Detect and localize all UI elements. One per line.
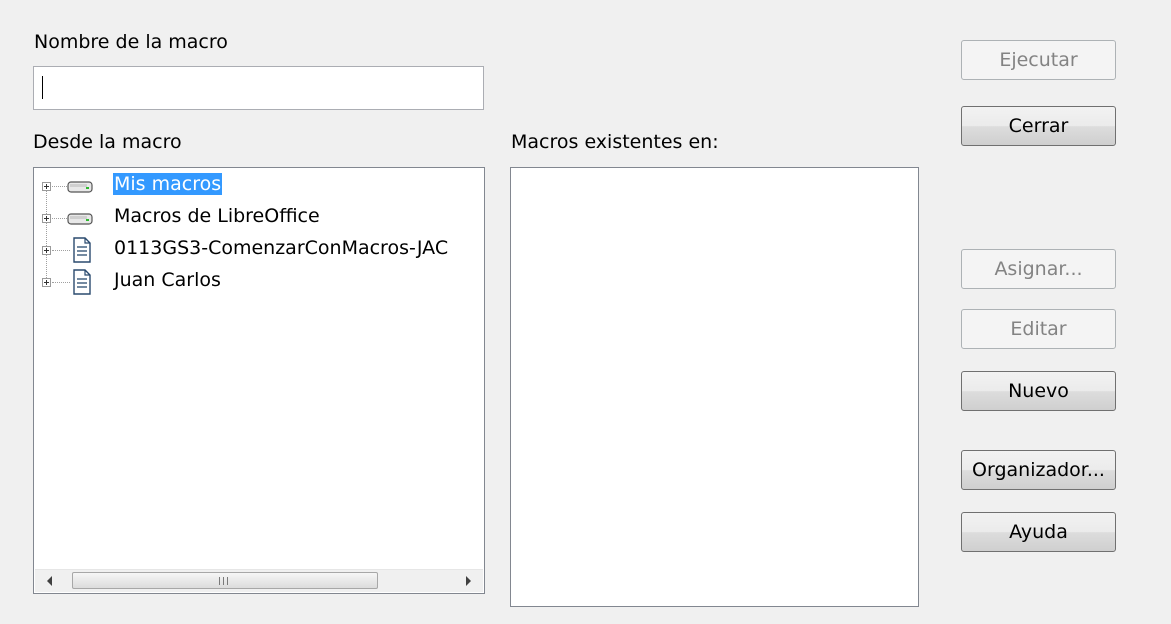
from-macro-label: Desde la macro <box>33 131 182 153</box>
tree-item-label: Juan Carlos <box>114 269 221 291</box>
help-button[interactable]: Ayuda <box>961 512 1116 552</box>
tree-item-label: Mis macros <box>113 173 223 195</box>
expand-icon[interactable] <box>42 214 51 223</box>
scroll-thumb[interactable] <box>72 572 378 589</box>
drive-icon <box>67 209 93 232</box>
document-icon <box>72 237 92 268</box>
organizer-button[interactable]: Organizador... <box>961 450 1116 490</box>
tree-item-document-1[interactable]: 0113GS3-ComenzarConMacros-JAC <box>34 235 484 265</box>
tree-branch-line <box>52 186 67 187</box>
tree-item-juan-carlos[interactable]: Juan Carlos <box>34 267 484 297</box>
expand-icon[interactable] <box>42 278 51 287</box>
existing-macros-list[interactable] <box>510 167 919 607</box>
expand-icon[interactable] <box>42 246 51 255</box>
tree-item-label: Macros de LibreOffice <box>114 205 320 227</box>
scroll-left-arrow-icon[interactable] <box>47 576 52 586</box>
tree-branch-line <box>52 218 67 219</box>
assign-button[interactable]: Asignar... <box>961 249 1116 289</box>
drive-icon <box>67 177 93 200</box>
macro-name-input[interactable] <box>33 66 484 110</box>
macro-name-label: Nombre de la macro <box>34 31 228 53</box>
tree-branch-line <box>52 282 70 283</box>
document-icon <box>72 269 92 300</box>
tree-item-mis-macros[interactable]: Mis macros <box>34 171 484 201</box>
tree-item-label: 0113GS3-ComenzarConMacros-JAC <box>114 237 449 259</box>
macro-library-tree[interactable]: Mis macros Macros de LibreOffice 0113GS3… <box>33 167 485 594</box>
close-button[interactable]: Cerrar <box>961 106 1116 146</box>
tree-item-macros-libreoffice[interactable]: Macros de LibreOffice <box>34 203 484 233</box>
scroll-right-arrow-icon[interactable] <box>466 576 471 586</box>
text-caret <box>42 76 43 99</box>
new-button[interactable]: Nuevo <box>961 371 1116 411</box>
horizontal-scrollbar[interactable] <box>35 569 483 592</box>
grip-icon <box>219 577 231 585</box>
run-button[interactable]: Ejecutar <box>961 40 1116 80</box>
tree-branch-line <box>52 250 70 251</box>
existing-macros-label: Macros existentes en: <box>511 131 719 153</box>
edit-button[interactable]: Editar <box>961 309 1116 349</box>
expand-icon[interactable] <box>42 182 51 191</box>
